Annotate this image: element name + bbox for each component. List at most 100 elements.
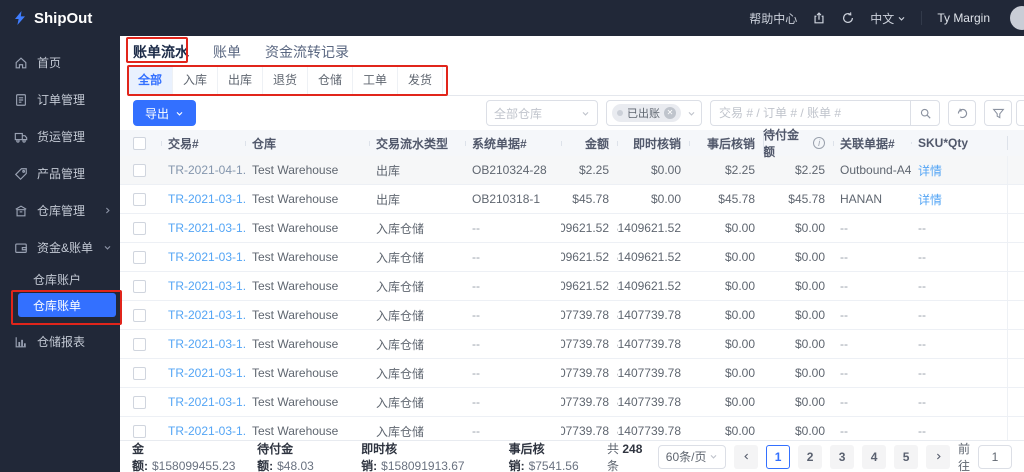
subtab-returns[interactable]: 退货 [263, 66, 308, 95]
txn-link[interactable]: TR-2021-03-1... [168, 395, 245, 409]
table-row[interactable]: TR-2021-03-1... Test Warehouse 出库 OB2103… [120, 185, 1024, 214]
row-checkbox[interactable] [133, 366, 146, 380]
sidebar-item-orders[interactable]: 订单管理 [0, 81, 120, 118]
page-button-3[interactable]: 3 [830, 444, 855, 469]
refresh-icon[interactable] [841, 11, 855, 25]
user-name[interactable]: Ty Margin [937, 11, 990, 25]
table-row[interactable]: TR-2021-04-1... Test Warehouse 出库 OB2103… [120, 156, 1024, 185]
page-button-2[interactable]: 2 [798, 444, 823, 469]
table-row[interactable]: TR-2021-03-1... Test Warehouse 入库仓储 -- $… [120, 388, 1024, 417]
row-checkbox[interactable] [133, 279, 146, 293]
subtab-storage[interactable]: 仓储 [308, 66, 353, 95]
chevron-down-icon [687, 109, 696, 118]
table-footer: 金额: $158099455.23 待付金额: $48.03 即时核销: $15809… [120, 440, 1024, 472]
table-row[interactable]: TR-2021-03-1... Test Warehouse 入库仓储 -- $… [120, 359, 1024, 388]
column-settings-button[interactable] [1016, 100, 1024, 126]
next-page-button[interactable] [926, 444, 951, 469]
txn-link[interactable]: TR-2021-03-1... [168, 308, 245, 322]
txn-link[interactable]: TR-2021-03-1... [168, 337, 245, 351]
row-checkbox[interactable] [133, 308, 146, 322]
row-checkbox[interactable] [133, 424, 146, 438]
goto-page-input[interactable] [978, 444, 1012, 469]
table-row[interactable]: TR-2021-03-1... Test Warehouse 入库仓储 -- $… [120, 301, 1024, 330]
row-checkbox[interactable] [133, 192, 146, 206]
instant-writeoff-cell: $1409621.52 [617, 250, 681, 264]
column-header-amount[interactable]: 金额 [561, 135, 617, 152]
sidebar-item-label: 首页 [37, 56, 62, 70]
warehouse-filter-placeholder: 全部仓库 [494, 106, 543, 121]
unpaid-cell: $0.00 [794, 395, 825, 409]
table-row[interactable]: TR-2021-03-1... Test Warehouse 入库仓储 -- $… [120, 330, 1024, 359]
sidebar-item-warehouse[interactable]: 仓库管理 [0, 192, 120, 229]
txn-link[interactable]: TR-2021-03-1... [168, 192, 245, 206]
sidebar-item-warehouse-bill[interactable]: 仓库账单 [18, 293, 116, 317]
row-checkbox[interactable] [133, 395, 146, 409]
column-header-doc[interactable]: 系统单据# [465, 135, 561, 152]
warehouse-filter-select[interactable]: 全部仓库 [486, 100, 598, 126]
tab-fund-records[interactable]: 资金流转记录 [265, 42, 349, 62]
table-row[interactable]: TR-2021-03-1... Test Warehouse 入库仓储 -- $… [120, 214, 1024, 243]
summary-bar: 金额: $158099455.23 待付金额: $48.03 即时核销: $15809… [132, 440, 607, 472]
sidebar-item-billing[interactable]: 资金&账单 [0, 229, 120, 266]
after-writeoff-cell: $0.00 [724, 279, 755, 293]
column-header-unpaid[interactable]: 待付金额 i [763, 126, 833, 160]
sidebar-item-products[interactable]: 产品管理 [0, 155, 120, 192]
column-header-instant[interactable]: 即时核销 [617, 135, 689, 152]
info-icon[interactable]: i [813, 137, 825, 149]
page-button-4[interactable]: 4 [862, 444, 887, 469]
sidebar-item-warehouse-account[interactable]: 仓库账户 [0, 266, 120, 292]
subtab-all[interactable]: 全部 [128, 66, 173, 95]
related-doc-cell: -- [840, 279, 848, 293]
reset-button[interactable] [948, 100, 976, 126]
status-tag-label: 已出账 [627, 108, 660, 120]
export-button[interactable]: 导出 [133, 100, 197, 126]
column-header-warehouse[interactable]: 仓库 [245, 135, 369, 152]
share-icon[interactable] [812, 11, 826, 25]
page-button-1[interactable]: 1 [766, 444, 791, 469]
txn-link[interactable]: TR-2021-03-1... [168, 279, 245, 293]
txn-link[interactable]: TR-2021-03-1... [168, 221, 245, 235]
column-header-related[interactable]: 关联单据# [833, 135, 911, 152]
row-checkbox[interactable] [133, 163, 146, 177]
subtab-workorder[interactable]: 工单 [353, 66, 398, 95]
type-cell: 出库 [376, 192, 401, 207]
row-checkbox[interactable] [133, 337, 146, 351]
bill-status-select[interactable]: 已出账 ✕ [606, 100, 702, 126]
page-size-select[interactable]: 60条/页 [657, 444, 727, 469]
wallet-icon [14, 241, 28, 255]
row-checkbox[interactable] [133, 221, 146, 235]
warehouse-cell: Test Warehouse [252, 250, 339, 264]
filter-button[interactable] [984, 100, 1012, 126]
txn-link[interactable]: TR-2021-04-1... [168, 163, 245, 177]
subtab-outbound[interactable]: 出库 [218, 66, 263, 95]
sidebar-item-freight[interactable]: 货运管理 [0, 118, 120, 155]
search-button[interactable] [910, 100, 940, 126]
column-header-sku[interactable]: SKU*Qty [911, 136, 1007, 150]
close-icon[interactable]: ✕ [664, 107, 676, 119]
subtab-shipping[interactable]: 发货 [398, 66, 443, 95]
txn-link[interactable]: TR-2021-03-1... [168, 366, 245, 380]
row-checkbox[interactable] [133, 250, 146, 264]
amount-cell: $1409621.52 [561, 221, 609, 235]
sidebar-item-home[interactable]: 首页 [0, 44, 120, 81]
doc-cell: OB210324-28 [472, 163, 547, 177]
subtab-inbound[interactable]: 入库 [173, 66, 218, 95]
help-center-link[interactable]: 帮助中心 [749, 10, 797, 27]
unpaid-cell: $0.00 [794, 424, 825, 438]
txn-link[interactable]: TR-2021-03-1... [168, 250, 245, 264]
select-all-checkbox[interactable] [133, 136, 146, 150]
column-header-txn[interactable]: 交易# [161, 135, 245, 152]
related-doc-cell: -- [840, 250, 848, 264]
column-header-after[interactable]: 事后核销 [689, 135, 763, 152]
page-button-5[interactable]: 5 [894, 444, 919, 469]
table-row[interactable]: TR-2021-03-1... Test Warehouse 入库仓储 -- $… [120, 272, 1024, 301]
sidebar-item-reports[interactable]: 仓储报表 [0, 323, 120, 360]
search-input[interactable] [710, 100, 910, 126]
tab-bill-flow[interactable]: 账单流水 [133, 42, 189, 62]
language-switcher[interactable]: 中文 [870, 10, 906, 27]
prev-page-button[interactable] [734, 444, 759, 469]
table-row[interactable]: TR-2021-03-1... Test Warehouse 入库仓储 -- $… [120, 243, 1024, 272]
tab-bills[interactable]: 账单 [213, 42, 241, 62]
column-header-type[interactable]: 交易流水类型 [369, 135, 465, 152]
txn-link[interactable]: TR-2021-03-1... [168, 424, 245, 438]
